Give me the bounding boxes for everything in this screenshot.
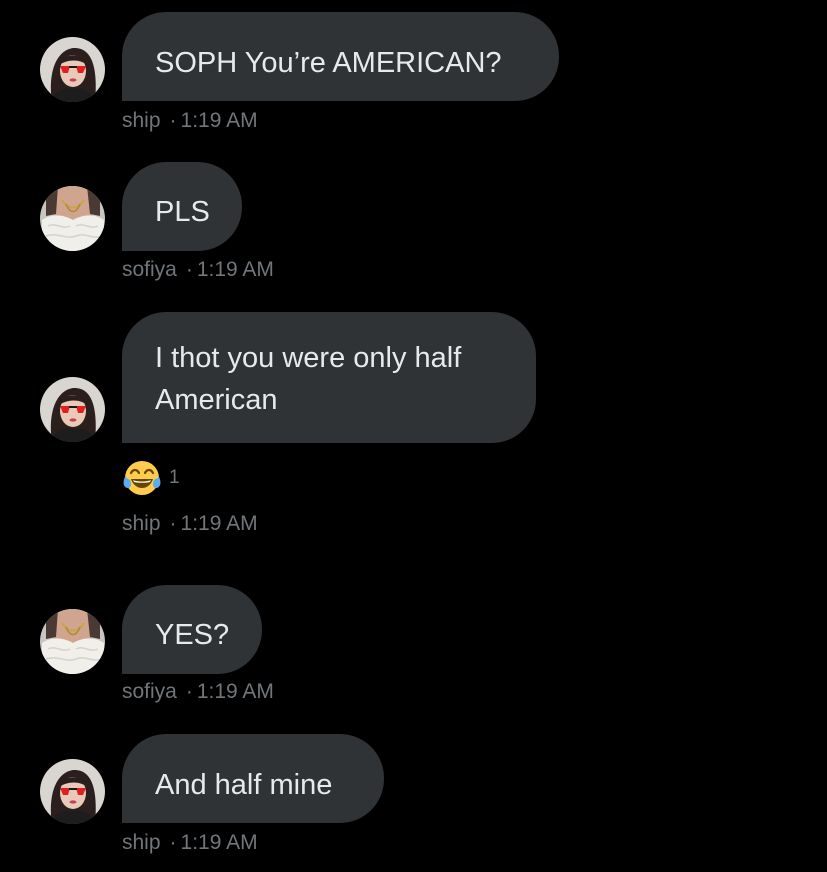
message-meta: sofiya · 1:19 AM [122, 258, 274, 282]
message-time: 1:19 AM [196, 258, 274, 281]
message-bubble[interactable]: And half mine [122, 734, 384, 823]
reaction-count: 1 [169, 467, 180, 488]
message-time: 1:19 AM [180, 831, 258, 854]
sender-name[interactable]: ship [122, 109, 161, 132]
reaction[interactable]: 1 [122, 457, 180, 497]
meta-separator: · [185, 680, 193, 703]
avatar-sofiya[interactable] [40, 186, 105, 251]
sender-name[interactable]: sofiya [122, 680, 177, 703]
avatar-ship[interactable] [40, 377, 105, 442]
message-bubble[interactable]: I thot you were only half American [122, 312, 536, 443]
meta-separator: · [169, 109, 177, 132]
message-time: 1:19 AM [180, 109, 258, 132]
message-meta: sofiya · 1:19 AM [122, 680, 274, 704]
message-meta: ship · 1:19 AM [122, 109, 258, 133]
message-bubble[interactable]: PLS [122, 162, 242, 251]
message-time: 1:19 AM [180, 512, 258, 535]
sender-name[interactable]: ship [122, 512, 161, 535]
avatar-ship[interactable] [40, 37, 105, 102]
message-bubble[interactable]: SOPH You’re AMERICAN? [122, 12, 559, 101]
sender-name[interactable]: sofiya [122, 258, 177, 281]
avatar-ship[interactable] [40, 759, 105, 824]
meta-separator: · [169, 512, 177, 535]
meta-separator: · [169, 831, 177, 854]
meta-separator: · [185, 258, 193, 281]
message-meta: ship · 1:19 AM [122, 512, 258, 536]
face-with-tears-of-joy-emoji-icon [122, 457, 162, 497]
message-bubble[interactable]: YES? [122, 585, 262, 674]
sender-name[interactable]: ship [122, 831, 161, 854]
avatar-sofiya[interactable] [40, 609, 105, 674]
message-time: 1:19 AM [196, 680, 274, 703]
message-meta: ship · 1:19 AM [122, 831, 258, 855]
